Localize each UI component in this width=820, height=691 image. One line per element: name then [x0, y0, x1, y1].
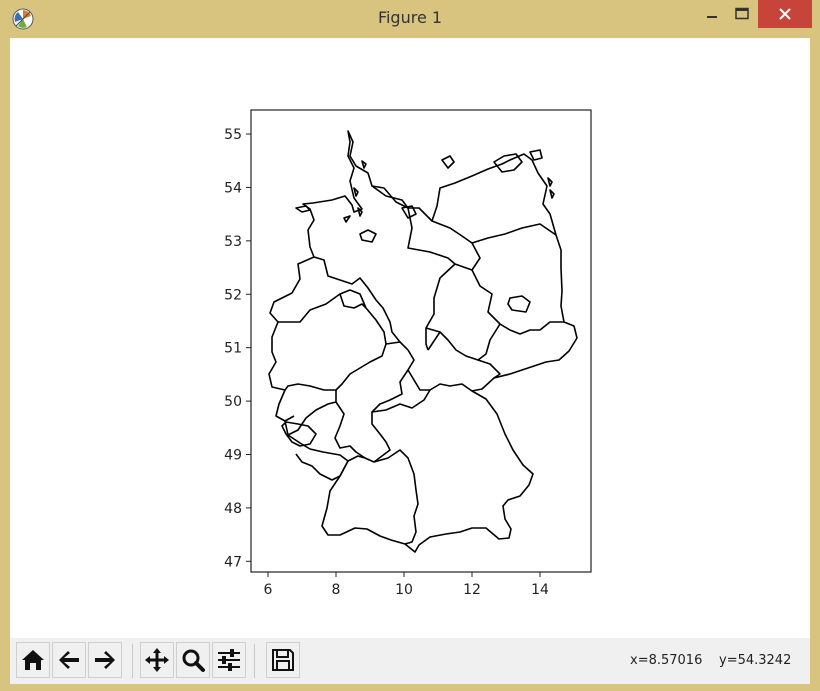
- forward-button[interactable]: [88, 642, 122, 678]
- configure-subplots-button[interactable]: [212, 642, 246, 678]
- home-button[interactable]: [16, 642, 50, 678]
- y-tick-label: 51: [224, 341, 242, 357]
- pan-button[interactable]: [140, 642, 174, 678]
- axes-frame: [250, 109, 592, 573]
- back-arrow-icon: [59, 651, 79, 669]
- forward-arrow-icon: [95, 651, 115, 669]
- y-tick-label: 55: [224, 127, 242, 143]
- back-button[interactable]: [52, 642, 86, 678]
- pan-icon: [145, 648, 169, 672]
- window-bottom-border: [0, 684, 820, 691]
- navigation-toolbar: x=8.57016 y=54.3242: [10, 638, 810, 684]
- y-coordinate-readout: y=54.3242: [719, 653, 792, 668]
- x-tick-label: 10: [395, 582, 413, 598]
- save-icon: [272, 649, 294, 671]
- y-tick-label: 47: [224, 554, 242, 570]
- x-coordinate-readout: x=8.57016: [630, 653, 703, 668]
- map-plot: 6 8 10 12 14 47 48 49 50 51 52 53 54 55: [224, 109, 592, 598]
- x-tick-label: 12: [463, 582, 481, 598]
- x-tick-label: 6: [264, 582, 273, 598]
- minimize-button[interactable]: [698, 0, 726, 28]
- x-tick-label: 8: [332, 582, 341, 598]
- x-tick-label: 14: [531, 582, 549, 598]
- home-icon: [22, 650, 44, 670]
- y-tick-label: 52: [224, 287, 242, 303]
- y-tick-label: 48: [224, 501, 242, 517]
- minimize-icon: [707, 16, 717, 18]
- close-button[interactable]: [758, 0, 812, 28]
- window-title: Figure 1: [377, 8, 443, 27]
- zoom-icon: [182, 649, 205, 672]
- y-tick-label: 49: [224, 447, 242, 463]
- maximize-icon: [735, 7, 749, 20]
- figure-window: Figure 1 6 8 10 12 14 47 48 49 50 51 52 53 54 55: [0, 0, 820, 691]
- configure-subplots-icon: [218, 649, 240, 671]
- y-tick-label: 54: [224, 180, 242, 196]
- toolbar-separator: [254, 644, 255, 678]
- figure-canvas[interactable]: 6 8 10 12 14 47 48 49 50 51 52 53 54 55: [10, 38, 810, 638]
- zoom-button[interactable]: [176, 642, 210, 678]
- save-button[interactable]: [266, 642, 300, 678]
- toolbar-separator: [132, 644, 133, 678]
- maximize-button[interactable]: [728, 0, 756, 28]
- y-tick-label: 53: [224, 234, 242, 250]
- title-bar[interactable]: Figure 1: [0, 0, 820, 38]
- y-tick-label: 50: [224, 394, 242, 410]
- close-icon: [779, 8, 791, 20]
